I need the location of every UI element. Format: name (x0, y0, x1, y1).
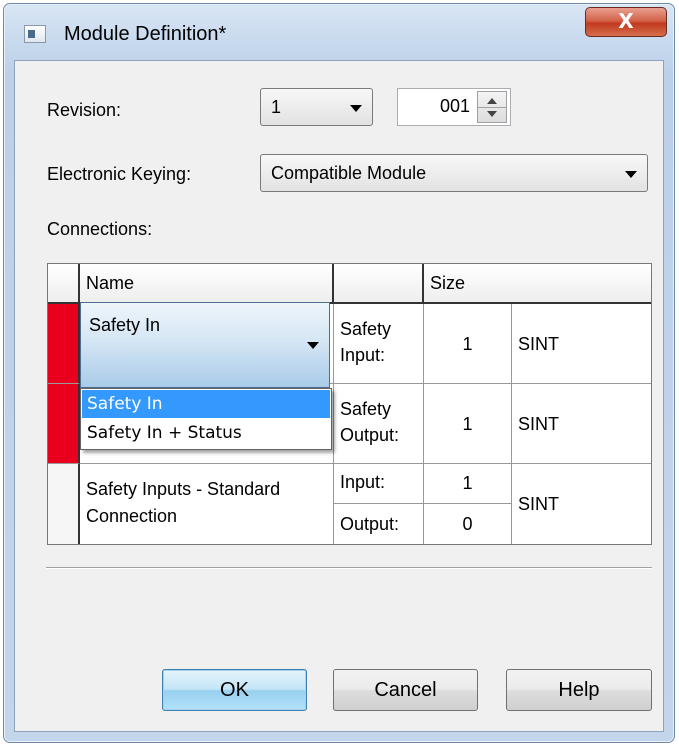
spin-down-icon[interactable] (487, 111, 497, 117)
dropdown-option-safety-in-status[interactable]: Safety In + Status (82, 419, 330, 447)
connection-name-value: Safety In (89, 315, 161, 335)
electronic-keying-label: Electronic Keying: (47, 164, 192, 184)
cancel-button[interactable]: Cancel (333, 669, 478, 711)
revision-minor-value: 001 (439, 96, 470, 116)
help-button[interactable]: Help (506, 669, 652, 711)
chevron-down-icon[interactable] (307, 342, 319, 349)
connection-name-select[interactable]: Safety In (80, 302, 330, 388)
connection-name-dropdown: Safety In Safety In + Status (80, 388, 332, 450)
row-1-type: SINT (512, 304, 651, 384)
row-marker-3[interactable] (48, 464, 80, 544)
window-icon (24, 25, 46, 43)
connections-label: Connections: (47, 219, 153, 239)
column-header-blank (334, 264, 424, 304)
row-marker-1[interactable] (48, 304, 80, 384)
chevron-down-icon (625, 171, 637, 178)
window-title: Module Definition* (64, 23, 227, 45)
row-2-size: 1 (424, 384, 512, 464)
grid-corner-header (48, 264, 80, 304)
ok-button[interactable]: OK (162, 669, 307, 711)
chevron-down-icon (350, 105, 362, 112)
spin-up-icon[interactable] (487, 98, 497, 104)
close-button[interactable]: X (585, 7, 667, 37)
row-2-type: SINT (512, 384, 651, 464)
separator (46, 567, 652, 569)
row-3-name[interactable]: Safety Inputs - Standard Connection (80, 464, 334, 544)
revision-minor-spinner[interactable]: 001 (397, 88, 511, 126)
electronic-keying-value: Compatible Module (271, 163, 427, 183)
revision-major-select[interactable]: 1 (260, 88, 373, 126)
row-marker-2[interactable] (48, 384, 80, 464)
row-3-output-size: 0 (424, 504, 512, 544)
dropdown-option-safety-in[interactable]: Safety In (82, 390, 330, 418)
revision-major-value: 1 (271, 97, 282, 117)
row-3-input-label: Input: (334, 464, 424, 504)
row-3-input-size: 1 (424, 464, 512, 504)
electronic-keying-select[interactable]: Compatible Module (260, 154, 648, 192)
column-header-size[interactable]: Size (424, 264, 651, 304)
row-1-direction: Safety Input: (334, 304, 424, 384)
spin-buttons[interactable] (477, 91, 507, 123)
row-2-direction: Safety Output: (334, 384, 424, 464)
revision-label: Revision: (47, 100, 122, 120)
row-3-output-label: Output: (334, 504, 424, 544)
row-3-type: SINT (518, 494, 560, 514)
row-1-size: 1 (424, 304, 512, 384)
column-header-name[interactable]: Name (80, 264, 334, 304)
